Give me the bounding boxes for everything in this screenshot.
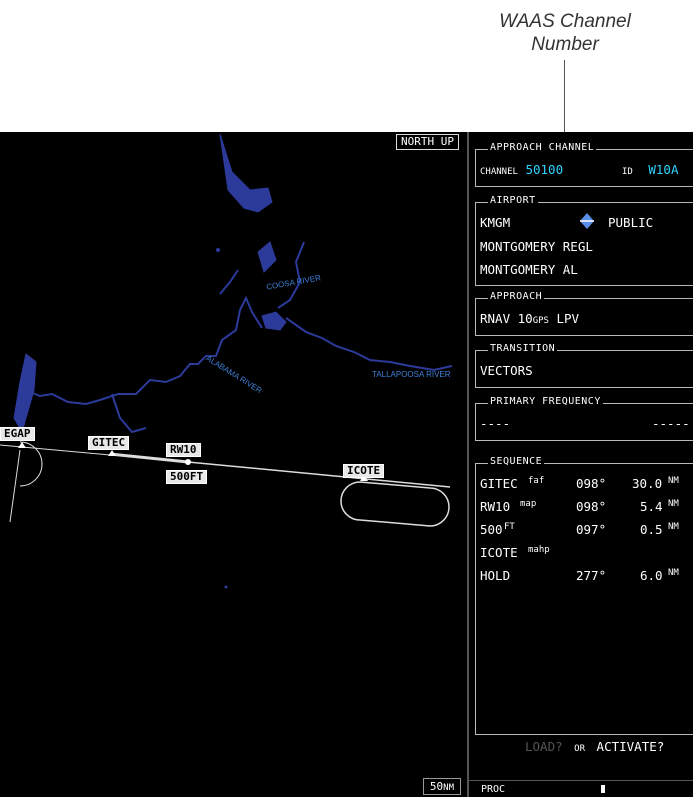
navigation-map[interactable]: NORTH UP COOSA RIVER ALABAMA RIVER TALLA… [0, 132, 465, 797]
range-unit: NM [443, 783, 454, 793]
map-graphics [0, 133, 453, 589]
missed-course [187, 461, 451, 488]
seq-course: 097° [576, 522, 607, 537]
egap-leg [9, 449, 21, 523]
tallapoosa-river-label: TALLAPOOSA RIVER [372, 370, 451, 379]
seq-distance: 30.0 [632, 476, 663, 491]
id-label: ID [622, 167, 633, 177]
seq-course: 098° [576, 499, 607, 514]
lake-shape [261, 311, 287, 331]
airport-title: AIRPORT [488, 195, 538, 206]
or-label: OR [574, 744, 586, 754]
frequency-left: ---- [480, 416, 511, 431]
tributary [219, 269, 239, 295]
map-range-indicator[interactable]: 50NM [422, 778, 461, 795]
seq-unit: NM [668, 568, 679, 578]
frequency-right: ----- [652, 416, 690, 431]
seq-tag: mahp [528, 545, 550, 555]
page-indicator [601, 785, 605, 793]
channel-value[interactable]: 50100 [525, 162, 563, 177]
softkey-bar: PROC [469, 780, 693, 798]
activate-button[interactable]: ACTIVATE? [597, 739, 665, 754]
sequence-row: RW10 map 098° 5.4 NM [480, 499, 692, 519]
seq-fix: HOLD [480, 568, 511, 583]
alabama-river [285, 317, 453, 372]
procedure-panel: APPROACH CHANNEL CHANNEL 50100 ID W10A A… [467, 132, 693, 797]
seq-distance: 0.5 [640, 522, 663, 537]
id-row: ID W10A [622, 162, 678, 177]
airport-ident[interactable]: KMGM [480, 215, 510, 230]
airport-city: MONTGOMERY AL [480, 262, 578, 277]
channel-row[interactable]: CHANNEL 50100 [480, 162, 563, 177]
seq-course: 277° [576, 568, 607, 583]
mfd-display: NORTH UP COOSA RIVER ALABAMA RIVER TALLA… [0, 132, 693, 797]
map-dot [216, 248, 220, 252]
channel-label: CHANNEL [480, 167, 518, 177]
seq-fix: 500 [480, 522, 503, 537]
sequence-row: 500 FT 097° 0.5 NM [480, 522, 692, 542]
seq-distance: 6.0 [640, 568, 663, 583]
airport-name: MONTGOMERY REGL [480, 239, 593, 254]
seq-unit: NM [668, 476, 679, 486]
altitude-label: 500FT [166, 470, 208, 484]
primary-frequency-group: PRIMARY FREQUENCY ---- ----- [475, 396, 693, 441]
map-dot [224, 585, 228, 589]
approach-value[interactable]: RNAV 10GPS LPV [480, 311, 579, 326]
callout-annotation: WAAS Channel Number [470, 10, 660, 56]
proc-softkey[interactable]: PROC [481, 784, 505, 795]
coosa-river [29, 295, 263, 406]
seq-unit: NM [668, 522, 679, 532]
sequence-row: ICOTE mahp [480, 545, 692, 565]
airport-diamond-icon [580, 213, 594, 232]
rw10-waypoint-label: RW10 [166, 443, 201, 457]
seq-unit: NM [668, 499, 679, 509]
callout-line2: Number [531, 34, 599, 55]
icote-waypoint-label: ICOTE [343, 464, 385, 478]
holding-pattern [340, 481, 450, 527]
sequence-row: HOLD 277° 6.0 NM [480, 568, 692, 588]
approach-gps: GPS [532, 316, 549, 326]
transition-value[interactable]: VECTORS [480, 363, 533, 378]
sequence-group: SEQUENCE GITEC faf 098° 30.0 NM RW10 map… [475, 456, 693, 735]
lake-shape [257, 241, 277, 273]
callout-line1: WAAS Channel [499, 11, 631, 32]
load-button[interactable]: LOAD? [525, 739, 563, 754]
seq-course: 098° [576, 476, 607, 491]
seq-tag: map [520, 499, 537, 509]
airport-group: AIRPORT KMGM PUBLIC MONTGOMERY REGL MONT… [475, 195, 693, 286]
approach-prefix: RNAV 10 [480, 311, 533, 326]
approach-channel-title: APPROACH CHANNEL [488, 142, 597, 153]
transition-group: TRANSITION VECTORS [475, 343, 693, 388]
approach-suffix: LPV [548, 311, 580, 326]
transition-title: TRANSITION [488, 343, 558, 354]
map-orientation-label[interactable]: NORTH UP [396, 134, 459, 150]
seq-fix: ICOTE [480, 545, 518, 560]
airport-type: PUBLIC [608, 215, 654, 230]
seq-distance: 5.4 [640, 499, 663, 514]
primary-frequency-title: PRIMARY FREQUENCY [488, 396, 603, 407]
approach-title: APPROACH [488, 291, 545, 302]
egap-waypoint-label: EGAP [0, 427, 35, 441]
tallapoosa-branch [277, 241, 305, 309]
seq-fix: RW10 [480, 499, 511, 514]
load-activate-prompt: LOAD? OR ACTIVATE? [525, 739, 664, 754]
id-value: W10A [648, 162, 679, 177]
seq-fix: GITEC [480, 476, 518, 491]
sequence-row: GITEC faf 098° 30.0 NM [480, 476, 692, 496]
runway-marker [185, 459, 191, 465]
seq-tag: FT [504, 522, 515, 532]
seq-tag: faf [528, 476, 545, 486]
lake-shape [219, 133, 273, 213]
approach-channel-group: APPROACH CHANNEL CHANNEL 50100 ID W10A [475, 142, 693, 187]
tributary [111, 393, 147, 434]
range-value: 50 [429, 780, 444, 793]
sequence-title: SEQUENCE [488, 456, 545, 467]
approach-group: APPROACH RNAV 10GPS LPV [475, 291, 693, 336]
gitec-waypoint-label: GITEC [88, 436, 130, 450]
